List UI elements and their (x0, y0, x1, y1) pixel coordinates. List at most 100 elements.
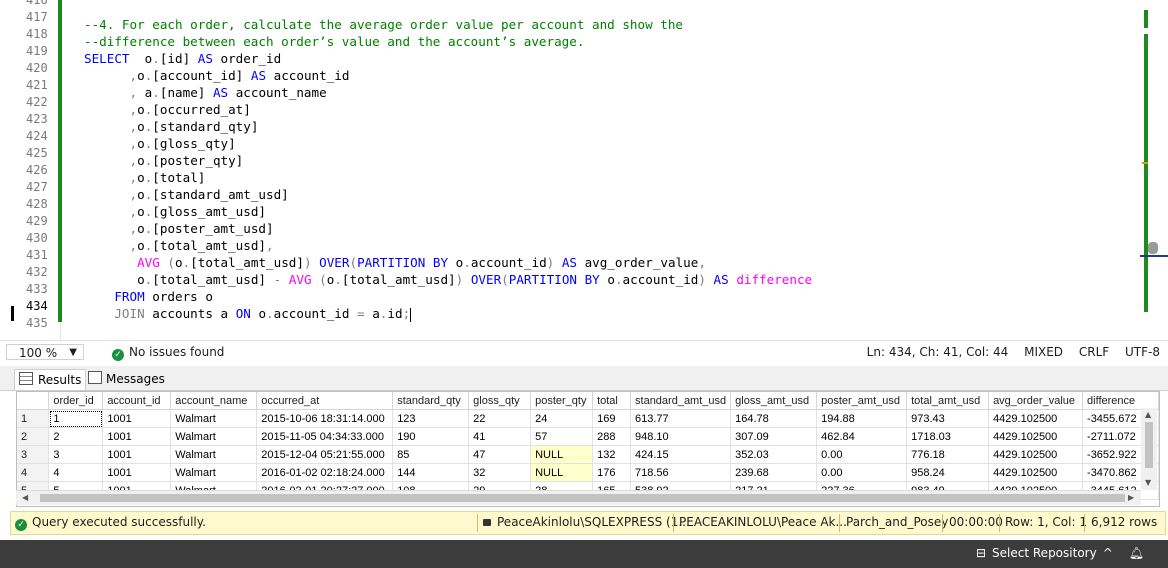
table-cell[interactable]: 32 (468, 463, 532, 482)
tab-results[interactable]: Results (14, 369, 87, 390)
indent-mode[interactable]: MIXED (1024, 345, 1063, 359)
table-cell[interactable]: 194.88 (816, 409, 908, 428)
column-header[interactable]: total_amt_usd (906, 392, 990, 410)
table-cell[interactable]: NULL (530, 463, 594, 482)
cursor-position[interactable]: Ln: 434, Ch: 41, Col: 44 (867, 345, 1009, 359)
column-header[interactable]: gloss_amt_usd (730, 392, 818, 410)
table-cell[interactable]: 1001 (102, 427, 172, 446)
table-cell[interactable]: 973.43 (906, 409, 990, 428)
row-number[interactable]: 4 (17, 463, 50, 482)
column-header[interactable]: gloss_qty (468, 392, 532, 410)
table-cell[interactable]: 0.00 (816, 463, 908, 482)
table-cell[interactable]: 22 (468, 409, 532, 428)
table-cell[interactable]: 2015-11-05 04:34:33.000 (256, 427, 394, 446)
table-row[interactable]: 1 1 1001 Walmart 2015-10-06 18:31:14.000 123 2… (17, 409, 1159, 428)
table-cell[interactable]: 4 (48, 463, 104, 482)
table-cell[interactable]: Walmart (170, 463, 258, 482)
table-cell[interactable]: 948.10 (630, 427, 732, 446)
table-cell[interactable]: NULL (530, 445, 594, 464)
column-header[interactable]: poster_amt_usd (816, 392, 908, 410)
row-number[interactable]: 1 (17, 409, 50, 428)
table-cell[interactable]: 1001 (102, 409, 172, 428)
column-header[interactable]: difference (1082, 392, 1159, 410)
table-cell[interactable]: 1718.03 (906, 427, 990, 446)
table-cell[interactable]: 4429.102500 (988, 445, 1084, 464)
table-cell[interactable]: 1001 (102, 463, 172, 482)
issues-label: No issues found (129, 345, 225, 359)
table-cell[interactable]: 4429.102500 (988, 463, 1084, 482)
scroll-warning-marker (1142, 162, 1148, 164)
scroll-down-icon[interactable]: ▼ (1145, 478, 1151, 487)
table-cell[interactable]: 239.68 (730, 463, 818, 482)
issues-indicator[interactable]: ✓ No issues found (112, 345, 224, 361)
table-cell[interactable]: 164.78 (730, 409, 818, 428)
bell-icon[interactable]: 🔔︎ (1129, 546, 1144, 560)
table-cell[interactable]: 4429.102500 (988, 409, 1084, 428)
column-header[interactable]: avg_order_value (988, 392, 1084, 410)
column-header[interactable]: occurred_at (256, 392, 394, 410)
column-header[interactable]: account_name (170, 392, 258, 410)
grid-vscroll-thumb[interactable] (1145, 422, 1153, 468)
table-cell[interactable]: 424.15 (630, 445, 732, 464)
row-number[interactable]: 3 (17, 445, 50, 464)
tab-messages[interactable]: Messages (84, 369, 169, 389)
table-cell[interactable]: 352.03 (730, 445, 818, 464)
column-header[interactable]: total (592, 392, 632, 410)
table-cell[interactable]: 2015-12-04 05:21:55.000 (256, 445, 394, 464)
table-cell[interactable]: 1001 (102, 445, 172, 464)
scroll-right-icon[interactable]: ▶ (1128, 493, 1134, 502)
scroll-left-icon[interactable]: ◀ (22, 493, 28, 502)
table-cell[interactable]: 0.00 (816, 445, 908, 464)
table-cell[interactable]: 718.56 (630, 463, 732, 482)
table-cell[interactable]: 169 (592, 409, 632, 428)
table-cell[interactable]: 85 (392, 445, 470, 464)
table-cell[interactable]: Walmart (170, 445, 258, 464)
table-row[interactable]: 3 3 1001 Walmart 2015-12-04 05:21:55.000 85 47… (17, 445, 1159, 464)
column-header[interactable]: order_id (48, 392, 104, 410)
column-header[interactable]: standard_qty (392, 392, 470, 410)
table-cell[interactable]: 123 (392, 409, 470, 428)
table-cell[interactable]: 307.09 (730, 427, 818, 446)
query-message-text: Query executed successfully. (32, 515, 206, 529)
encoding[interactable]: UTF-8 (1125, 345, 1160, 359)
grid-corner-cell[interactable] (17, 392, 50, 410)
row-number[interactable]: 2 (17, 427, 50, 446)
table-cell[interactable]: Walmart (170, 409, 258, 428)
editor-scroll-thumb[interactable] (1148, 242, 1158, 254)
table-cell[interactable]: 2015-10-06 18:31:14.000 (256, 409, 394, 428)
table-cell[interactable]: 24 (530, 409, 594, 428)
chevron-down-icon: ▼ (69, 347, 77, 358)
grid-vertical-scrollbar[interactable]: ▲ ▼ (1141, 408, 1157, 490)
table-cell[interactable]: 3 (48, 445, 104, 464)
table-row[interactable]: 2 2 1001 Walmart 2015-11-05 04:34:33.000 190 4… (17, 427, 1159, 446)
table-cell[interactable]: 57 (530, 427, 594, 446)
table-cell[interactable]: 613.77 (630, 409, 732, 428)
table-cell[interactable]: 288 (592, 427, 632, 446)
table-row[interactable]: 4 4 1001 Walmart 2016-01-02 02:18:24.000 144 3… (17, 463, 1159, 482)
grid-hscroll-thumb[interactable] (40, 494, 1125, 502)
table-cell[interactable]: 462.84 (816, 427, 908, 446)
scroll-up-icon[interactable]: ▲ (1145, 410, 1151, 419)
column-header[interactable]: poster_qty (530, 392, 594, 410)
table-cell[interactable]: 1 (48, 409, 104, 428)
column-header[interactable]: standard_amt_usd (630, 392, 732, 410)
table-cell[interactable]: 2016-01-02 02:18:24.000 (256, 463, 394, 482)
column-header[interactable]: account_id (102, 392, 172, 410)
table-cell[interactable]: 47 (468, 445, 532, 464)
table-cell[interactable]: 4429.102500 (988, 427, 1084, 446)
table-cell[interactable]: 2 (48, 427, 104, 446)
line-ending[interactable]: CRLF (1079, 345, 1109, 359)
table-cell[interactable]: 958.24 (906, 463, 990, 482)
table-cell[interactable]: 41 (468, 427, 532, 446)
table-cell[interactable]: 190 (392, 427, 470, 446)
select-repository-button[interactable]: ⊟ Select Repository ^ 🔔︎ (970, 546, 1144, 560)
zoom-dropdown[interactable]: 100 % ▼ (6, 344, 84, 360)
grid-horizontal-scrollbar[interactable]: ◀ ▶ (16, 490, 1141, 505)
code-editor[interactable]: 416 417 418 419 420 421 422 423 424 425 426 427 428 4… (0, 0, 1168, 340)
server-name: PeaceAkinlolu\SQLEXPRESS (1... (497, 515, 690, 529)
table-cell[interactable]: 132 (592, 445, 632, 464)
table-cell[interactable]: 144 (392, 463, 470, 482)
table-cell[interactable]: 176 (592, 463, 632, 482)
table-cell[interactable]: 776.18 (906, 445, 990, 464)
table-cell[interactable]: Walmart (170, 427, 258, 446)
